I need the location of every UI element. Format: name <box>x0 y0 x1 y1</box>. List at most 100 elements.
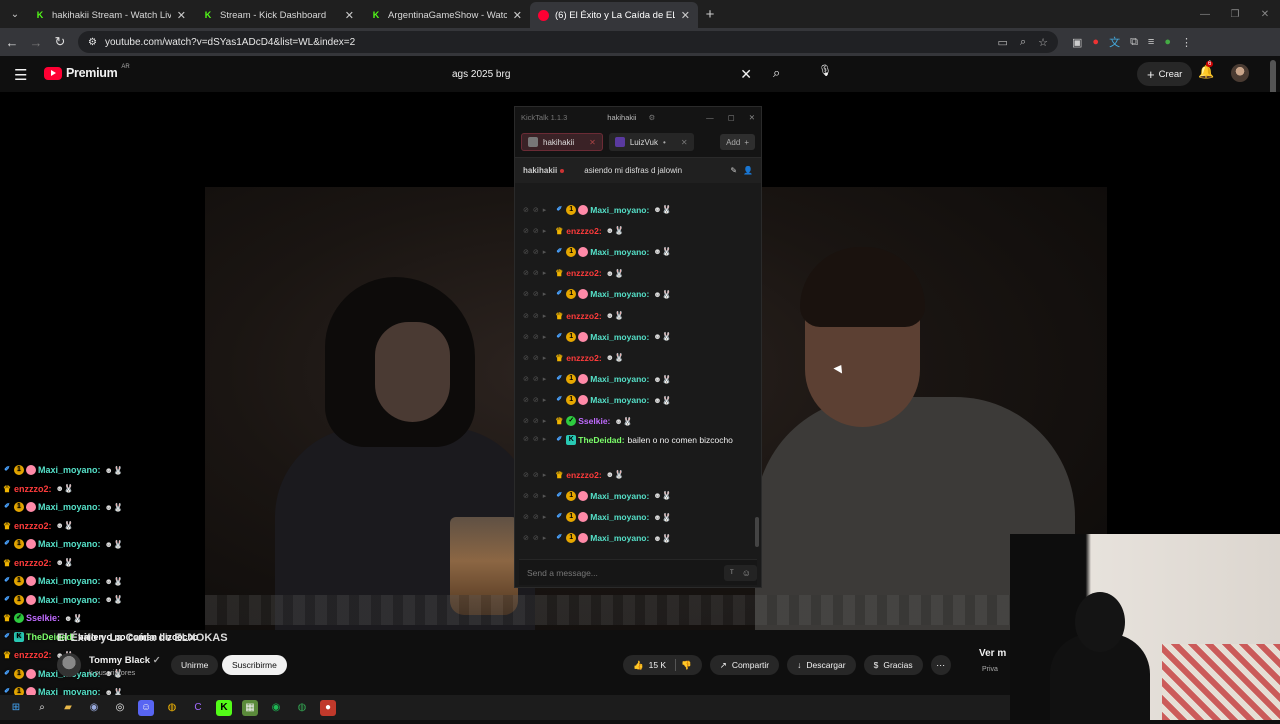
mod-actions-icon[interactable]: ⊘⊘▸ <box>523 396 550 404</box>
clear-search-icon[interactable]: ✕ <box>740 66 752 83</box>
extension-translate-icon[interactable]: 文 <box>1109 34 1120 50</box>
mod-actions-icon[interactable]: ⊘⊘▸ <box>523 534 550 542</box>
zoom-icon[interactable]: ⌕ <box>1020 36 1026 49</box>
restore-icon[interactable]: ❐ <box>1220 0 1250 28</box>
mod-actions-icon[interactable]: ⊘⊘▸ <box>523 227 550 235</box>
chat-username[interactable]: enzzzo2: <box>566 226 601 236</box>
tab-search-icon[interactable]: ⌄ <box>4 3 26 25</box>
mod-actions-icon[interactable]: ⊘⊘▸ <box>523 312 550 320</box>
stream-user[interactable]: hakihakii <box>523 166 557 175</box>
browser-tab[interactable]: (6) El Éxito y La Caída de ELXOK ✕ <box>530 2 698 28</box>
account-avatar[interactable] <box>1231 64 1249 82</box>
thanks-button[interactable]: $ Gracias <box>863 655 923 675</box>
join-button[interactable]: Unirme <box>171 655 219 675</box>
new-tab-button[interactable]: + <box>698 6 722 23</box>
extension-red-icon[interactable]: ● <box>1092 36 1099 48</box>
forward-button[interactable]: → <box>24 35 48 50</box>
mod-actions-icon[interactable]: ⊘⊘▸ <box>523 435 550 443</box>
chat-username[interactable]: enzzzo2: <box>566 470 601 480</box>
microphone-icon[interactable]: 🎙 <box>816 64 834 82</box>
close-tab-icon[interactable]: ✕ <box>513 9 522 22</box>
search-taskbar-icon[interactable]: ⌕ <box>34 700 50 716</box>
obs-icon[interactable]: ◎ <box>112 700 128 716</box>
kt-close-icon[interactable]: ✕ <box>749 113 755 122</box>
thumbs-down-icon[interactable]: 👎 <box>681 660 692 671</box>
chat-username[interactable]: Maxi_moyano: <box>590 332 649 342</box>
mod-actions-icon[interactable]: ⊘⊘▸ <box>523 375 550 383</box>
canva-icon[interactable]: C <box>190 700 206 716</box>
search-box[interactable]: ags 2025 brg ✕ <box>442 61 772 87</box>
extensions-puzzle-icon[interactable]: ⧉ <box>1130 36 1138 49</box>
close-tab-icon[interactable]: ✕ <box>345 9 354 22</box>
chat-username[interactable]: Maxi_moyano: <box>590 395 649 405</box>
chat-username[interactable]: enzzzo2: <box>14 558 52 568</box>
chat-username[interactable]: Maxi_moyano: <box>590 533 649 543</box>
chat-username[interactable]: enzzzo2: <box>14 484 52 494</box>
minimize-icon[interactable]: — <box>1190 0 1220 28</box>
download-button[interactable]: ↓ Descargar <box>787 655 856 675</box>
browser-tab[interactable]: Khakihakii Stream - Watch Live o ✕ <box>26 2 194 28</box>
chat-username[interactable]: enzzzo2: <box>566 353 601 363</box>
chat-username[interactable]: Maxi_moyano: <box>590 205 649 215</box>
close-tab-icon[interactable]: ✕ <box>681 138 688 147</box>
mod-actions-icon[interactable]: ⊘⊘▸ <box>523 354 550 362</box>
search-icon[interactable]: ⌕ <box>773 65 780 81</box>
close-tab-icon[interactable]: ✕ <box>177 9 186 22</box>
close-tab-icon[interactable]: ✕ <box>589 138 596 147</box>
search-input[interactable]: ags 2025 brg <box>452 69 510 80</box>
kick-app-icon[interactable]: K <box>216 699 232 716</box>
spotify-icon[interactable]: ◉ <box>268 700 284 716</box>
mod-actions-icon[interactable]: ⊘⊘▸ <box>523 290 550 298</box>
chat-username[interactable]: Maxi_moyano: <box>590 512 649 522</box>
close-window-icon[interactable]: ✕ <box>1250 0 1280 28</box>
mod-actions-icon[interactable]: ⊘⊘▸ <box>523 333 550 341</box>
share-button[interactable]: ↗ Compartir <box>709 655 780 675</box>
media-icon[interactable]: ≡ <box>1148 36 1154 48</box>
back-button[interactable]: ← <box>0 35 24 50</box>
message-input[interactable]: Send a message... ᵀ ☺ <box>519 559 757 585</box>
mod-actions-icon[interactable]: ⊘⊘▸ <box>523 417 550 425</box>
chat-username[interactable]: Maxi_moyano: <box>38 576 101 586</box>
site-info-icon[interactable]: ⚙ <box>88 37 97 48</box>
browser-menu-icon[interactable]: ⋮ <box>1181 36 1192 49</box>
more-actions-icon[interactable]: ⋯ <box>930 655 951 675</box>
browser-tab[interactable]: K Stream - Kick Dashboard ✕ <box>194 2 362 28</box>
youtube-logo[interactable]: Premium AR <box>44 64 130 80</box>
chrome-icon[interactable]: ◍ <box>164 700 180 716</box>
url-bar[interactable]: ⚙ youtube.com/watch?v=dSYas1ADcD4&list=W… <box>78 31 1058 53</box>
chat-username[interactable]: Maxi_moyano: <box>38 465 101 475</box>
like-button[interactable]: 👍 15 K 👎 <box>623 655 702 675</box>
close-tab-icon[interactable]: ✕ <box>681 9 690 22</box>
bookmark-star-icon[interactable]: ☆ <box>1038 36 1048 49</box>
profile-icon[interactable]: ● <box>1164 36 1171 48</box>
mod-actions-icon[interactable]: ⊘⊘▸ <box>523 513 550 521</box>
reload-button[interactable]: ↻ <box>48 34 72 50</box>
chat-username[interactable]: enzzzo2: <box>566 268 601 278</box>
create-button[interactable]: + Crear <box>1137 62 1193 86</box>
chat-username[interactable]: enzzzo2: <box>14 521 52 531</box>
channel-tab-hakihakii[interactable]: hakihakii ✕ <box>521 133 603 151</box>
chat-username[interactable]: Maxi_moyano: <box>590 374 649 384</box>
kicktalk-current-user[interactable]: hakihakii <box>607 113 636 122</box>
mod-actions-icon[interactable]: ⊘⊘▸ <box>523 248 550 256</box>
translate-icon[interactable]: ᵀ <box>730 568 734 578</box>
channel-name[interactable]: Tommy Black ✓ <box>89 655 161 666</box>
chat-username[interactable]: enzzzo2: <box>566 311 601 321</box>
mod-actions-icon[interactable]: ⊘⊘▸ <box>523 471 550 479</box>
emote-picker-icon[interactable]: ☺ <box>742 568 751 578</box>
chrome-profile-icon[interactable]: ◍ <box>294 700 310 716</box>
browser-tab[interactable]: K ArgentinaGameShow - Watch Li ✕ <box>362 2 530 28</box>
notifications-bell-icon[interactable]: 🔔 6 <box>1198 61 1214 80</box>
user-icon[interactable]: 👤 <box>743 166 753 175</box>
settings-gear-icon[interactable]: ⚙ <box>648 113 655 122</box>
kt-minimize-icon[interactable]: — <box>706 113 714 122</box>
chat-scrollbar[interactable] <box>755 517 759 547</box>
mod-actions-icon[interactable]: ⊘⊘▸ <box>523 206 550 214</box>
minecraft-icon[interactable]: ▦ <box>242 699 258 716</box>
extension-icon[interactable]: ▣ <box>1072 36 1082 49</box>
record-app-icon[interactable]: ● <box>320 699 336 716</box>
chat-username[interactable]: Sselkie: <box>578 416 610 426</box>
mod-actions-icon[interactable]: ⊘⊘▸ <box>523 492 550 500</box>
chat-username[interactable]: TheDeidad: <box>578 435 624 445</box>
channel-tab-luizvuk[interactable]: LuizVuk • ✕ <box>608 133 694 151</box>
